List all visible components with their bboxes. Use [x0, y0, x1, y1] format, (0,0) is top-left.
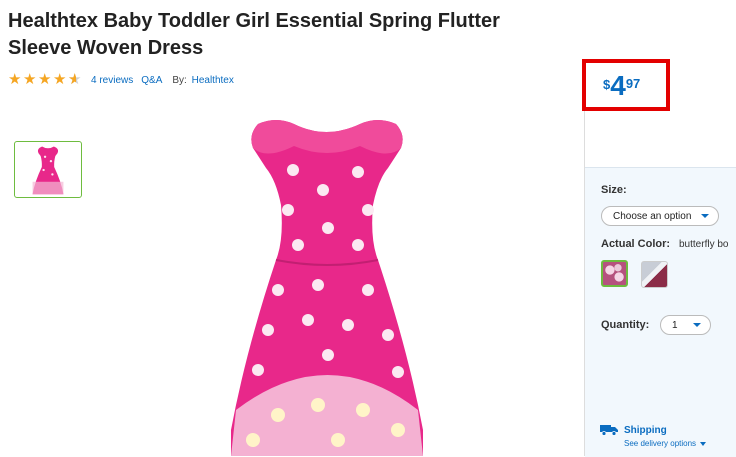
quantity-select[interactable]: 1	[660, 315, 711, 335]
brand-byline: By: Healthtex	[172, 75, 233, 86]
star-icon: ★	[53, 71, 67, 88]
color-swatch-selected[interactable]	[601, 260, 628, 287]
product-thumbnail[interactable]	[14, 141, 82, 198]
size-label: Size:	[601, 184, 627, 196]
star-icon: ★	[8, 71, 22, 88]
quantity-label: Quantity:	[601, 319, 650, 331]
size-select[interactable]: Choose an option	[601, 206, 719, 226]
quantity-select-value: 1	[672, 319, 678, 331]
delivery-options-link[interactable]: See delivery options	[624, 439, 707, 448]
price-dollars: 4	[610, 70, 626, 101]
truck-icon	[600, 425, 618, 436]
star-icon: ★	[23, 71, 37, 88]
price-cents: 97	[625, 76, 641, 91]
size-select-value: Choose an option	[613, 210, 692, 222]
rating-stars[interactable]: ★ ★ ★ ★ ★ ★	[8, 72, 83, 88]
color-value: butterfly bo	[679, 239, 729, 250]
price: $497	[603, 72, 640, 100]
chevron-down-icon	[701, 214, 709, 218]
chevron-down-icon	[700, 441, 707, 446]
qa-link[interactable]: Q&A	[141, 75, 162, 86]
product-meta: ★ ★ ★ ★ ★ ★ 4 reviews Q&A By: Healthtex	[8, 72, 234, 88]
shipping-title: Shipping	[624, 425, 667, 436]
chevron-down-icon	[693, 323, 701, 327]
price-highlight: $497	[582, 59, 670, 111]
color-swatch[interactable]	[641, 261, 668, 288]
product-main-image[interactable]	[218, 110, 436, 456]
brand-link[interactable]: Healthtex	[192, 75, 234, 86]
star-icon: ★	[38, 71, 52, 88]
color-label: Actual Color:	[601, 238, 671, 250]
by-label: By:	[172, 74, 187, 86]
delivery-options-text: See delivery options	[624, 439, 697, 448]
half-star-icon: ★ ★	[68, 71, 82, 88]
price-currency: $	[603, 77, 611, 92]
dress-thumbnail-image	[32, 145, 64, 194]
product-title: Healthtex Baby Toddler Girl Essential Sp…	[8, 10, 500, 59]
reviews-link[interactable]: 4 reviews	[91, 75, 133, 86]
